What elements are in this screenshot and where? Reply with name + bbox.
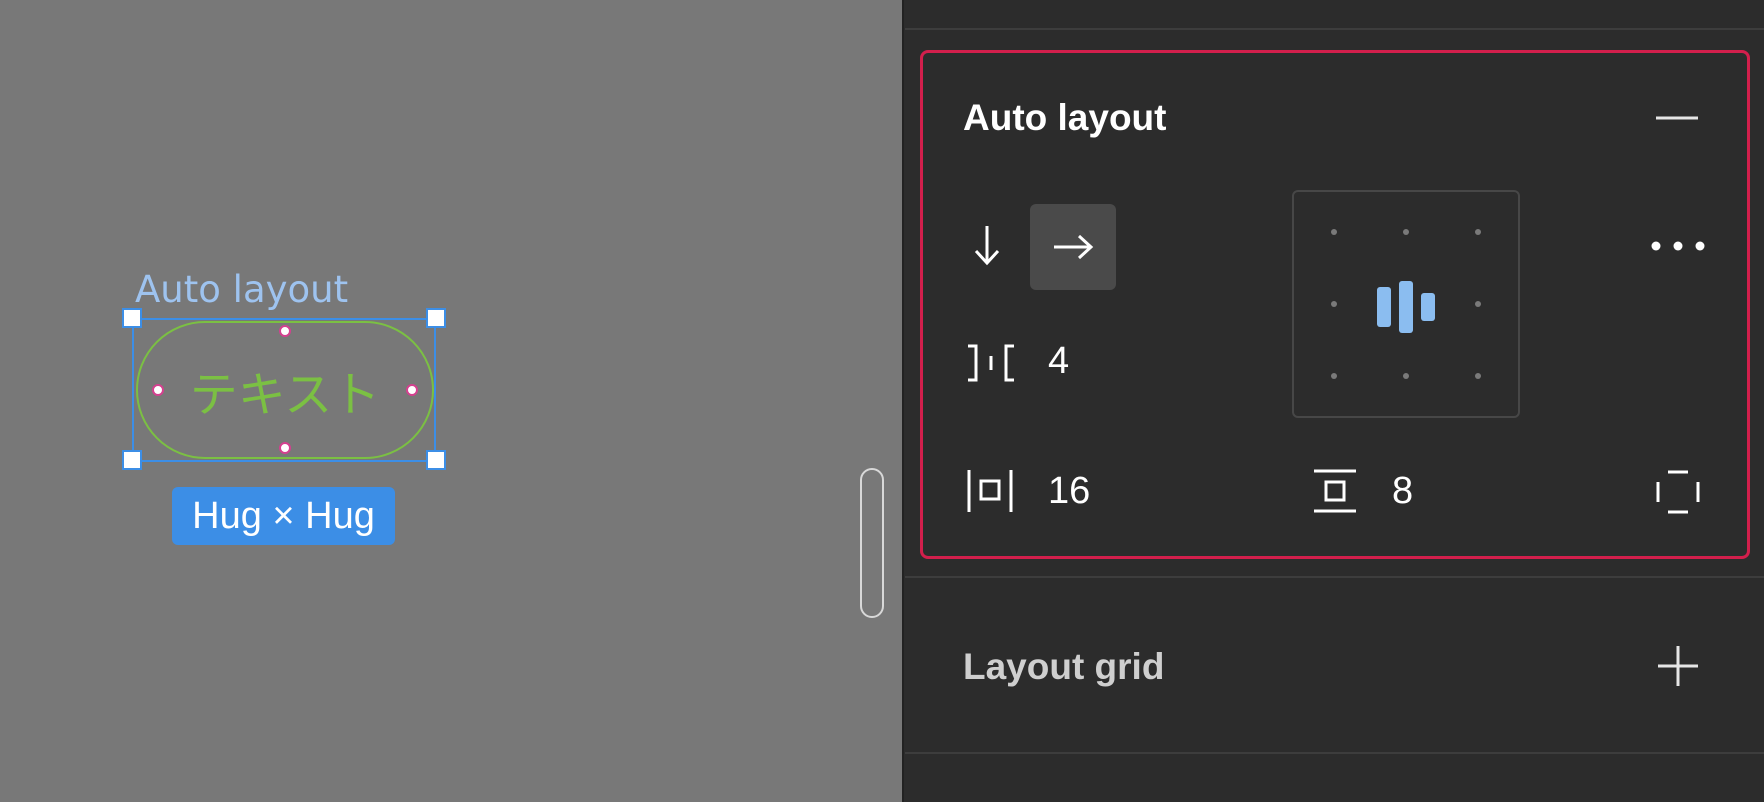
selection-outline [132,318,436,462]
vertical-padding-icon [1314,469,1356,513]
section-divider [905,752,1764,754]
arrow-down-icon[interactable] [972,224,1002,266]
section-divider [905,28,1764,30]
arrow-right-icon [1054,234,1094,260]
vertical-padding-value[interactable]: 8 [1392,470,1413,513]
align-dot[interactable] [1475,229,1481,235]
align-dot[interactable] [1331,373,1337,379]
section-divider [905,576,1764,578]
layout-grid-title: Layout grid [963,646,1165,687]
resize-handle-top-left[interactable] [122,308,142,328]
auto-layout-title: Auto layout [963,97,1167,138]
scrollbar-thumb[interactable] [860,468,884,618]
padding-handle-right[interactable] [406,384,418,396]
individual-padding-icon[interactable] [1656,470,1700,514]
resize-handle-bottom-right[interactable] [426,450,446,470]
spacing-between-icon [968,344,1014,382]
resize-handle-top-right[interactable] [426,308,446,328]
horizontal-padding-icon [967,470,1013,512]
align-dot[interactable] [1475,301,1481,307]
align-dot[interactable] [1331,229,1337,235]
more-horizontal-icon[interactable] [1650,240,1706,252]
gap-value[interactable]: 4 [1048,340,1069,383]
minus-icon[interactable] [1656,116,1698,120]
align-dot[interactable] [1403,373,1409,379]
padding-handle-left[interactable] [152,384,164,396]
align-dot[interactable] [1331,301,1337,307]
horizontal-padding-value[interactable]: 16 [1048,470,1090,513]
design-canvas[interactable]: Auto layout テキスト Hug × Hug [0,0,902,802]
align-dot[interactable] [1403,229,1409,235]
padding-handle-bottom[interactable] [279,442,291,454]
size-badge: Hug × Hug [172,487,395,545]
resize-handle-bottom-left[interactable] [122,450,142,470]
align-dot[interactable] [1475,373,1481,379]
align-center-indicator[interactable] [1377,281,1437,333]
frame-name-label[interactable]: Auto layout [135,268,348,311]
plus-icon[interactable] [1658,646,1698,686]
padding-handle-top[interactable] [279,325,291,337]
